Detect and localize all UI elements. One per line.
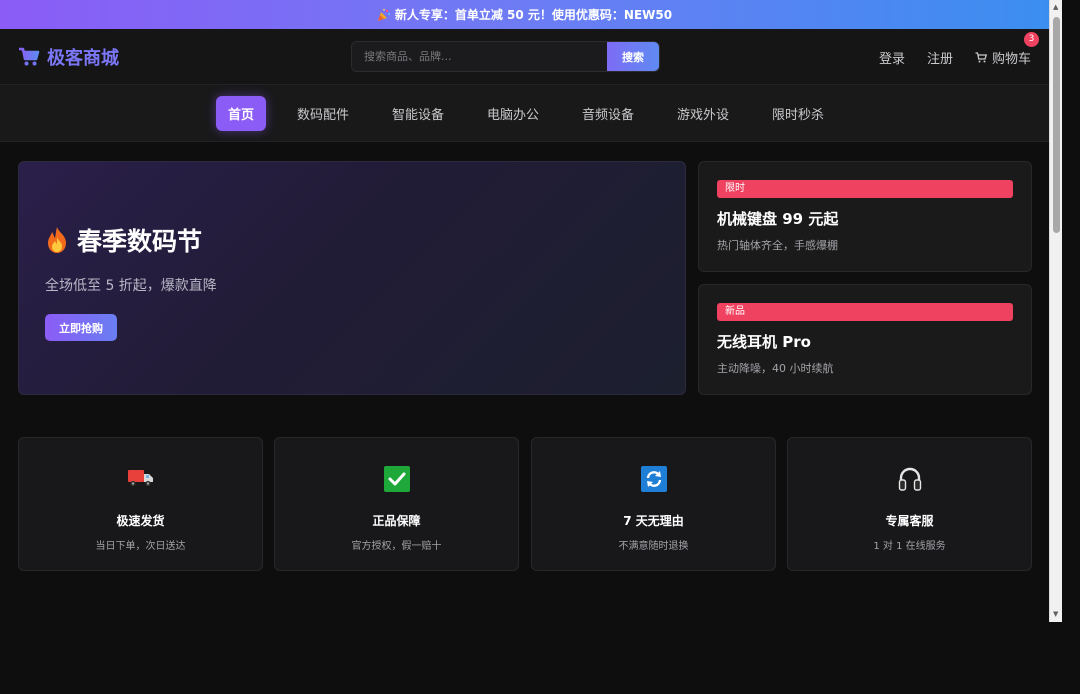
- checkmark-icon: [383, 466, 410, 492]
- promo-card-title: 无线耳机 Pro: [717, 333, 811, 351]
- window-corner: [1049, 622, 1080, 694]
- logo-text: 极客商城: [47, 47, 119, 69]
- party-popper-icon: [377, 8, 390, 21]
- search-input[interactable]: [352, 42, 607, 71]
- feature-desc: 1 对 1 在线服务: [873, 541, 946, 552]
- hero-section: 春季数码节 全场低至 5 折起，爆款直降 立即抢购 限时 机械键盘 99 元起 …: [18, 161, 1032, 395]
- buy-now-button[interactable]: 立即抢购: [45, 314, 117, 341]
- promo-bar[interactable]: 新人专享：首单立减 50 元！使用优惠码：NEW50: [0, 0, 1049, 29]
- login-link[interactable]: 登录: [879, 48, 905, 67]
- page-scrollbar[interactable]: ▲ ▼: [1049, 0, 1062, 622]
- scroll-down-arrow-icon[interactable]: ▼: [1053, 610, 1058, 618]
- header-links: 登录 注册 购物车 3: [879, 29, 1039, 85]
- promo-card-earbuds[interactable]: 新品 无线耳机 Pro 主动降噪，40 小时续航: [698, 284, 1032, 395]
- window-edge: [1062, 0, 1080, 622]
- nav-item-home[interactable]: 首页: [215, 95, 266, 131]
- cart-icon: [975, 51, 987, 62]
- nav-item-flash-sale[interactable]: 限时秒杀: [760, 96, 836, 131]
- feature-title: 极速发货: [116, 514, 165, 528]
- feature-desc: 官方授权，假一赔十: [351, 541, 442, 552]
- promo-text: 新人专享：首单立减 50 元！使用优惠码：NEW50: [394, 8, 673, 22]
- cart-link[interactable]: 购物车 3: [975, 31, 1039, 67]
- cart-label: 购物车: [991, 51, 1031, 67]
- feature-card-authentic: 正品保障 官方授权，假一赔十: [274, 437, 519, 571]
- scroll-up-arrow-icon[interactable]: ▲: [1053, 3, 1058, 11]
- refresh-icon: [640, 466, 667, 492]
- hero-banner[interactable]: 春季数码节 全场低至 5 折起，爆款直降 立即抢购: [18, 161, 686, 395]
- scrollbar-thumb[interactable]: [1053, 17, 1060, 233]
- logo[interactable]: 极客商城: [18, 44, 119, 70]
- nav-item-smart-devices[interactable]: 智能设备: [380, 96, 456, 131]
- promo-card-desc: 主动降噪，40 小时续航: [717, 362, 834, 375]
- promo-card-title: 机械键盘 99 元起: [717, 210, 839, 228]
- feature-card-support: 专属客服 1 对 1 在线服务: [787, 437, 1032, 571]
- cart-count-badge: 3: [1024, 31, 1039, 47]
- cart-logo-icon: [19, 47, 40, 65]
- nav-item-computer-office[interactable]: 电脑办公: [475, 96, 551, 131]
- nav-item-audio[interactable]: 音频设备: [570, 96, 646, 131]
- hero-title: 春季数码节: [77, 227, 203, 256]
- feature-card-shipping: 极速发货 当日下单，次日送达: [18, 437, 263, 571]
- search-bar: 搜索: [351, 41, 660, 72]
- feature-list: 极速发货 当日下单，次日送达 正品保障 官方授权，假一赔十 7 天无理由 不满意…: [18, 437, 1032, 571]
- feature-title: 专属客服: [885, 514, 934, 528]
- hero-title-wrap: 春季数码节: [45, 222, 202, 258]
- hero-subtitle: 全场低至 5 折起，爆款直降: [45, 278, 217, 294]
- nav-item-gaming[interactable]: 游戏外设: [665, 96, 741, 131]
- search-button[interactable]: 搜索: [607, 42, 659, 71]
- main-nav: 首页 数码配件 智能设备 电脑办公 音频设备 游戏外设 限时秒杀: [0, 85, 1049, 142]
- promo-card-keyboard[interactable]: 限时 机械键盘 99 元起 热门轴体齐全，手感爆棚: [698, 161, 1032, 272]
- promo-card-desc: 热门轴体齐全，手感爆棚: [717, 239, 838, 252]
- feature-desc: 当日下单，次日送达: [95, 541, 186, 552]
- nav-item-digital-accessories[interactable]: 数码配件: [285, 96, 361, 131]
- page: 新人专享：首单立减 50 元！使用优惠码：NEW50 极客商城 搜索 登录: [0, 0, 1049, 694]
- register-link[interactable]: 注册: [927, 48, 953, 67]
- fire-icon: [48, 227, 66, 253]
- feature-card-returns: 7 天无理由 不满意随时退换: [531, 437, 776, 571]
- promo-card-tag: 新品: [717, 303, 1013, 321]
- promo-card-tag: 限时: [717, 180, 1013, 198]
- feature-title: 正品保障: [372, 514, 421, 528]
- headphones-icon: [898, 467, 921, 491]
- truck-icon: [127, 470, 153, 487]
- feature-title: 7 天无理由: [623, 514, 684, 528]
- feature-desc: 不满意随时退换: [618, 541, 689, 552]
- site-header: 极客商城 搜索 登录 注册 购物车 3: [0, 29, 1049, 85]
